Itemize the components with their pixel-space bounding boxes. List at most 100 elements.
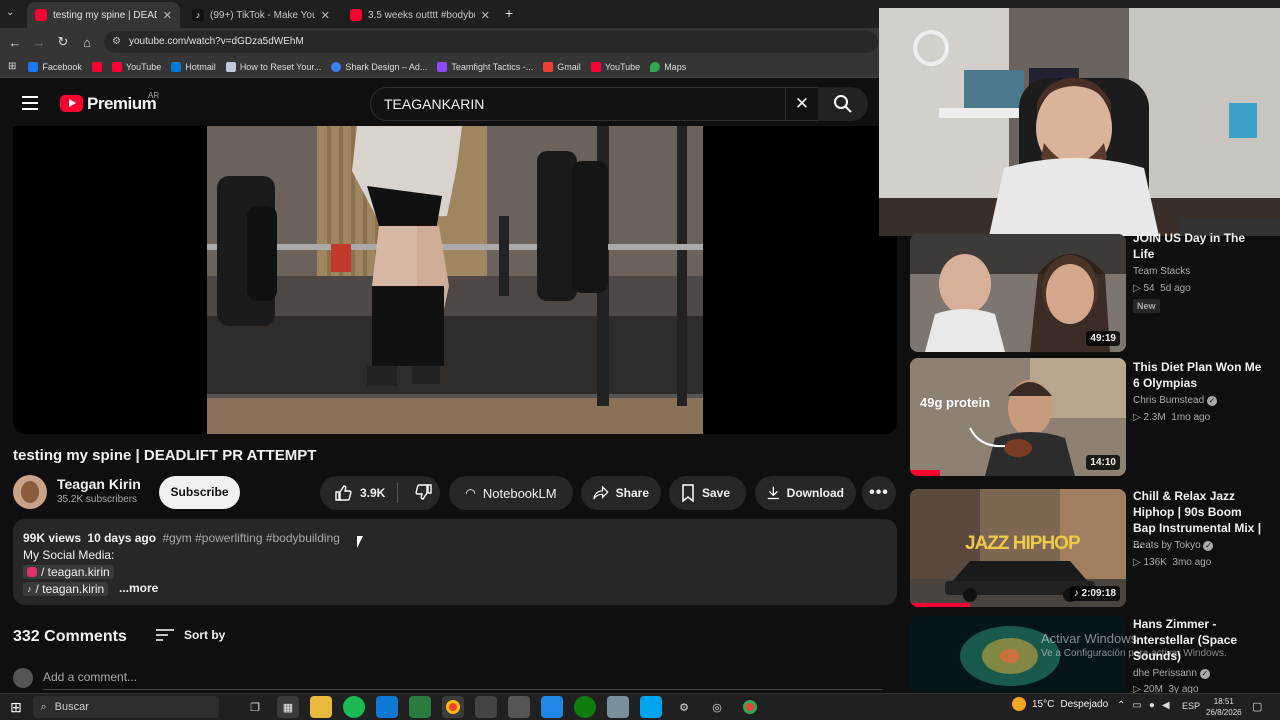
bookmark-facebook[interactable]: Facebook <box>28 61 82 72</box>
youtube-logo-icon[interactable] <box>60 95 83 112</box>
settings-icon[interactable]: ⚙ <box>673 696 695 718</box>
thumbnail-caption: JAZZ HIPHOP <box>965 533 1081 554</box>
video-duration: 14:10 <box>1086 455 1120 470</box>
apps-grid-icon[interactable]: ⊞ <box>8 61 16 72</box>
forward-icon[interactable]: → <box>27 35 51 50</box>
sort-by-button[interactable]: Sort by <box>156 628 225 642</box>
more-actions-icon[interactable]: ••• <box>862 476 896 510</box>
clock[interactable]: 18:51 26/8/2026 <box>1206 696 1242 718</box>
clear-search-icon[interactable]: ✕ <box>786 87 818 121</box>
recommended-thumbnail-3[interactable]: JAZZ HIPHOP ♪ 2:09:18 <box>910 489 1126 607</box>
bookmark-hotmail[interactable]: Hotmail <box>171 61 216 72</box>
bookmark-youtube-icon-only[interactable] <box>91 61 106 72</box>
tab-youtube-deadlift[interactable]: testing my spine | DEADLIFT PR ✕ <box>27 2 180 28</box>
windows-start-icon[interactable]: ⊞ <box>5 696 27 718</box>
thumbs-down-icon <box>415 483 432 500</box>
outlook-icon[interactable] <box>376 696 398 718</box>
channel-name[interactable]: Teagan Kirin <box>57 476 141 492</box>
bookmark-teamfight-tactics[interactable]: Teamfight Tactics -... <box>437 61 533 72</box>
chrome-icon[interactable] <box>442 696 464 718</box>
mic-icon[interactable]: ● <box>1149 700 1155 711</box>
video-frame[interactable] <box>207 126 703 434</box>
recommended-channel-4[interactable]: dhe Perissann ✓ <box>1133 668 1210 679</box>
verified-icon: ✓ <box>1206 396 1217 406</box>
tiktok-handle: / teagan.kirin <box>35 582 105 596</box>
recommended-thumbnail-1[interactable]: 49:19 <box>910 234 1126 352</box>
bookmark-label: Gmail <box>557 61 581 72</box>
show-more-link[interactable]: ...more <box>119 581 158 595</box>
site-info-icon[interactable]: ⚙ <box>112 31 121 53</box>
app-icon[interactable] <box>508 696 530 718</box>
spotify-icon[interactable] <box>343 696 365 718</box>
tab-title: 3.5 weeks outttt #bodybuilding <box>368 9 475 21</box>
tiktok-link[interactable]: ♪ / teagan.kirin <box>23 582 109 596</box>
bookmark-gmail[interactable]: Gmail <box>543 61 581 72</box>
network-icon[interactable]: ▭ <box>1132 700 1141 711</box>
bookmark-maps[interactable]: Maps <box>650 61 686 72</box>
premium-logo-text[interactable]: Premium <box>87 94 157 114</box>
subscribe-button[interactable]: Subscribe <box>159 476 240 509</box>
tray-chevron-icon[interactable]: ⌃ <box>1117 700 1125 711</box>
reload-icon[interactable]: ↻ <box>51 34 75 50</box>
search-button[interactable] <box>818 87 868 121</box>
gmail-icon <box>543 61 554 72</box>
app-icon[interactable] <box>607 696 629 718</box>
recommended-title-1[interactable]: JOIN US Day in The Life <box>1133 230 1265 262</box>
volume-icon[interactable]: ◀ <box>1162 700 1170 711</box>
close-icon[interactable]: ✕ <box>481 9 490 22</box>
calculator-icon[interactable] <box>475 696 497 718</box>
xbox-icon[interactable] <box>574 696 596 718</box>
menu-icon[interactable] <box>22 96 38 110</box>
recommended-thumbnail-2[interactable]: 49g protein 14:10 <box>910 358 1126 476</box>
channel-avatar[interactable] <box>13 475 47 509</box>
share-icon <box>593 485 609 500</box>
share-button[interactable]: Share <box>581 476 661 510</box>
bookmark-label: Shark Design – Ad... <box>345 61 428 72</box>
chrome-icon[interactable] <box>739 696 761 718</box>
home-icon[interactable]: ⌂ <box>75 35 99 50</box>
close-icon[interactable]: ✕ <box>163 9 172 22</box>
bookmark-youtube-2[interactable]: YouTube <box>590 61 640 72</box>
app-icon[interactable]: ◎ <box>706 696 728 718</box>
notification-icon[interactable]: ▢ <box>1252 700 1262 713</box>
save-button[interactable]: Save <box>669 476 746 510</box>
bookmark-how-to-reset[interactable]: How to Reset Your... <box>225 61 321 72</box>
activation-watermark-title: Activar Windows <box>1041 631 1138 646</box>
new-tab-button[interactable]: + <box>505 5 513 21</box>
tab-tiktok[interactable]: ♪ (99+) TikTok - Make Your Day ✕ <box>184 2 338 28</box>
notebooklm-button[interactable]: ◠ NotebookLM <box>449 476 573 510</box>
hashtags[interactable]: #gym #powerlifting #bodybuilding <box>162 531 339 545</box>
tab-search-icon[interactable]: ⌄ <box>6 7 14 18</box>
close-icon[interactable]: ✕ <box>321 9 330 22</box>
upload-age: 5d ago <box>1160 283 1191 294</box>
system-tray: ⌃ ▭ ● ◀ <box>1117 700 1170 711</box>
search-input[interactable]: TEAGANKARIN <box>370 87 786 121</box>
recommended-channel-1[interactable]: Team Stacks <box>1133 266 1190 277</box>
url-field[interactable]: ⚙ youtube.com/watch?v=dGDza5dWEhM <box>104 31 878 53</box>
app-icon[interactable] <box>409 696 431 718</box>
recommended-channel-3[interactable]: Beats by Tokyo ✓ <box>1133 540 1214 551</box>
view-stat: 2.3M <box>1143 412 1166 423</box>
video-frame-image <box>207 126 703 434</box>
recommended-channel-2[interactable]: Chris Bumstead ✓ <box>1133 395 1217 406</box>
task-view-icon[interactable]: ❐ <box>244 696 266 718</box>
bookmark-shark-design[interactable]: Shark Design – Ad... <box>331 61 428 72</box>
shark-icon <box>331 61 342 72</box>
add-comment-field[interactable]: Add a comment... <box>43 670 883 690</box>
video-title: testing my spine | DEADLIFT PR ATTEMPT <box>13 447 317 464</box>
file-explorer-icon[interactable] <box>310 696 332 718</box>
like-button[interactable]: 3.9K <box>320 483 398 503</box>
back-icon[interactable]: ← <box>3 35 27 50</box>
instagram-link[interactable]: / teagan.kirin <box>23 565 114 579</box>
store-icon[interactable]: ▦ <box>277 696 299 718</box>
recommended-title-2[interactable]: This Diet Plan Won Me 6 Olympias <box>1133 359 1265 391</box>
taskbar-search[interactable]: ⌕ Buscar <box>32 696 219 718</box>
tab-youtube-bodybuilding[interactable]: 3.5 weeks outttt #bodybuilding ✕ <box>342 2 498 28</box>
weather-widget[interactable]: 15°C Despejado <box>1012 697 1108 711</box>
dislike-button[interactable] <box>405 483 433 504</box>
photos-icon[interactable] <box>541 696 563 718</box>
language-indicator[interactable]: ESP <box>1182 701 1200 711</box>
download-button[interactable]: Download <box>755 476 856 510</box>
app-icon[interactable] <box>640 696 662 718</box>
bookmark-youtube[interactable]: YouTube <box>111 61 161 72</box>
